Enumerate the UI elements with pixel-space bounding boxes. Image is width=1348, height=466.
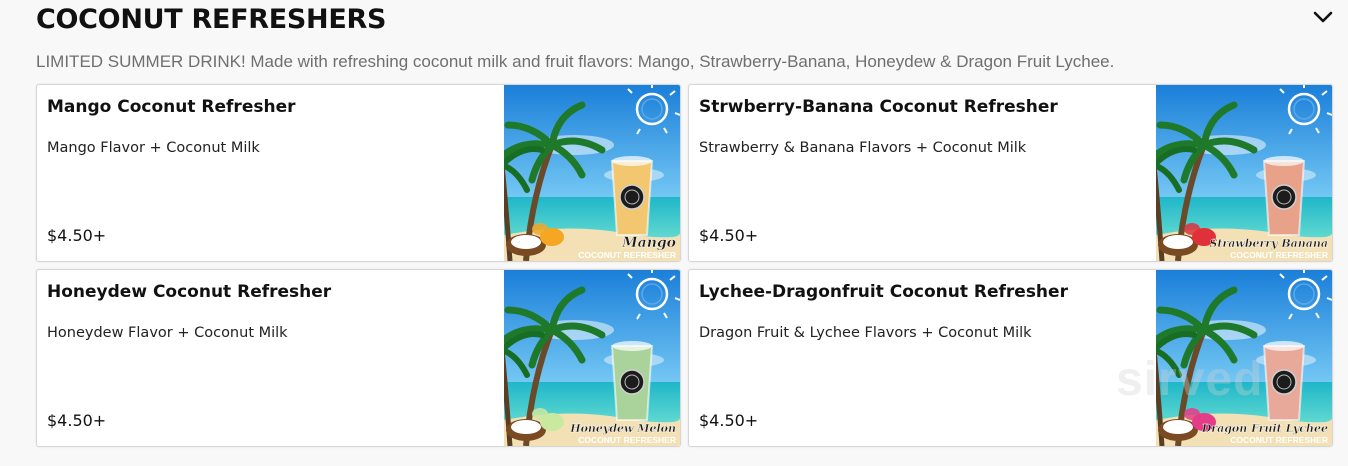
item-image: Strawberry Banana COCONUT REFRESHER (1156, 85, 1332, 261)
item-name: Mango Coconut Refresher (47, 97, 296, 117)
menu-item-card[interactable]: Lychee-Dragonfruit Coconut Refresher Dra… (688, 269, 1333, 447)
drink-photo: Strawberry Banana COCONUT REFRESHER (1156, 85, 1332, 261)
item-description: Mango Flavor + Coconut Milk (47, 140, 260, 156)
item-name: Honeydew Coconut Refresher (47, 282, 332, 302)
svg-text:Honeydew Melon: Honeydew Melon (569, 422, 676, 435)
drink-photo: Honeydew Melon COCONUT REFRESHER (504, 270, 680, 446)
chevron-down-icon (1313, 11, 1333, 23)
svg-text:COCONUT REFRESHER: COCONUT REFRESHER (1230, 250, 1328, 260)
svg-text:COCONUT REFRESHER: COCONUT REFRESHER (578, 435, 676, 445)
item-price: $4.50+ (47, 411, 107, 430)
item-description: Dragon Fruit & Lychee Flavors + Coconut … (699, 325, 1032, 341)
svg-text:Mango: Mango (621, 235, 676, 251)
svg-text:COCONUT REFRESHER: COCONUT REFRESHER (578, 250, 676, 260)
item-price: $4.50+ (699, 411, 759, 430)
menu-item-card[interactable]: Mango Coconut Refresher Mango Flavor + C… (36, 84, 681, 262)
item-name: Lychee-Dragonfruit Coconut Refresher (699, 282, 1068, 302)
svg-text:Dragon Fruit Lychee: Dragon Fruit Lychee (1201, 422, 1328, 435)
item-description: Honeydew Flavor + Coconut Milk (47, 325, 288, 341)
drink-photo: Mango COCONUT REFRESHER (504, 85, 680, 261)
item-image: Dragon Fruit Lychee COCONUT REFRESHER (1156, 270, 1332, 446)
menu-section: COCONUT REFRESHERS LIMITED SUMMER DRINK!… (0, 0, 1348, 466)
item-price: $4.50+ (47, 226, 107, 245)
item-description: Strawberry & Banana Flavors + Coconut Mi… (699, 140, 1027, 156)
drink-photo: Dragon Fruit Lychee COCONUT REFRESHER (1156, 270, 1332, 446)
collapse-button[interactable] (1310, 6, 1336, 28)
svg-text:COCONUT REFRESHER: COCONUT REFRESHER (1230, 435, 1328, 445)
item-image: Mango COCONUT REFRESHER (504, 85, 680, 261)
menu-item-card[interactable]: Strwberry-Banana Coconut Refresher Straw… (688, 84, 1333, 262)
svg-text:Strawberry Banana: Strawberry Banana (1209, 237, 1328, 250)
section-title: COCONUT REFRESHERS (36, 4, 387, 35)
item-name: Strwberry-Banana Coconut Refresher (699, 97, 1058, 117)
menu-item-card[interactable]: Honeydew Coconut Refresher Honeydew Flav… (36, 269, 681, 447)
section-description: LIMITED SUMMER DRINK! Made with refreshi… (36, 52, 1115, 71)
item-price: $4.50+ (699, 226, 759, 245)
item-image: Honeydew Melon COCONUT REFRESHER (504, 270, 680, 446)
